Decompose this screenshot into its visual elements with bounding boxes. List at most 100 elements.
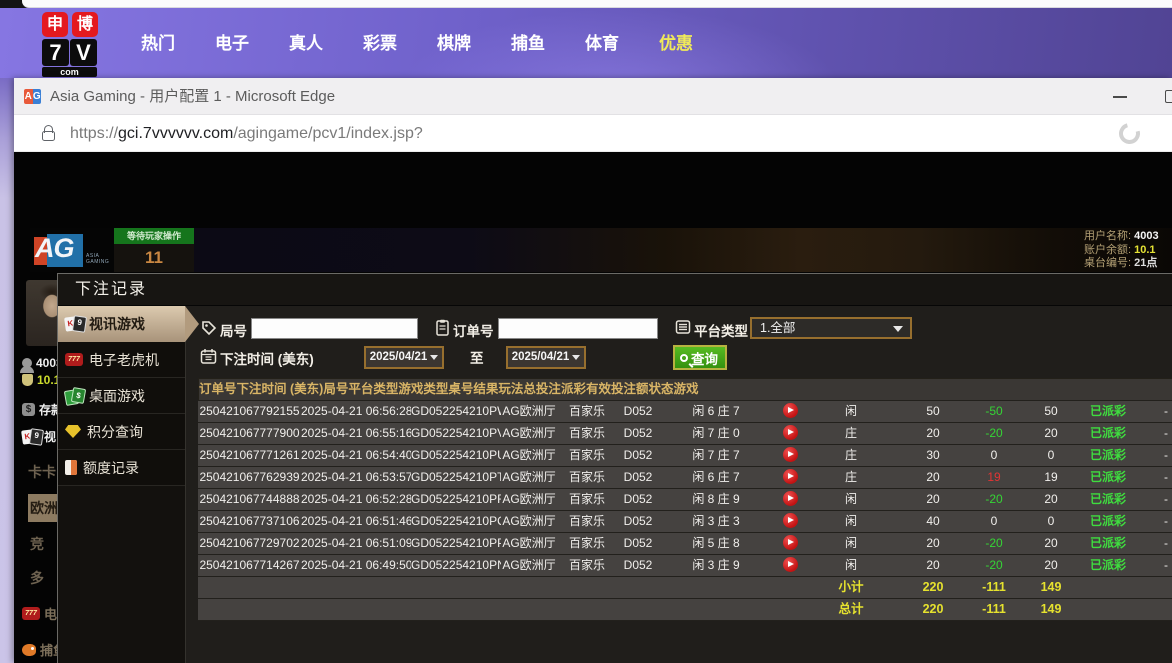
play-icon — [788, 561, 794, 567]
cell-replay — [773, 445, 807, 466]
cell-game-type: 百家乐 — [557, 489, 617, 510]
slot-777-icon: 777 — [65, 353, 83, 366]
play-video-button[interactable] — [783, 469, 798, 484]
cell-game: - — [1131, 423, 1172, 444]
play-video-button[interactable] — [783, 403, 798, 418]
site-nav-bar: 热门 电子 真人 彩票 棋牌 捕鱼 体育 优惠 — [0, 8, 1172, 78]
cell-total-bet: 40 — [895, 511, 971, 532]
column-header: 总投注 — [523, 379, 561, 400]
betting-records-modal: 下注记录 视讯游戏 777 电子老虎机 桌面游戏 — [57, 273, 1172, 663]
lobby-tab-jing[interactable]: 竞 — [30, 534, 44, 554]
sidebar-item-points-query[interactable]: 积分查询 — [58, 414, 185, 450]
sidebar-item-table-games[interactable]: 桌面游戏 — [58, 378, 185, 414]
sidebar-item-slots[interactable]: 777 电子老虎机 — [58, 342, 185, 378]
cell-platform: AG欧洲厅 — [501, 401, 557, 422]
table-row: 250421067737106 2025-04-21 06:51:46 GD05… — [198, 510, 1172, 532]
table-row: 250421067744888 2025-04-21 06:52:28 GD05… — [198, 488, 1172, 510]
cell-play-method: 闲 — [807, 511, 895, 532]
video-menu-item[interactable]: 视 — [22, 428, 56, 445]
cell-game: - — [1131, 511, 1172, 532]
lock-icon[interactable] — [42, 131, 55, 141]
cell-bet-time: 2025-04-21 06:53:57 — [301, 467, 411, 488]
clipboard-icon — [435, 319, 451, 335]
account-name-value: 4003 — [1134, 230, 1158, 242]
cell-status: 已派彩 — [1085, 423, 1131, 444]
nav-item[interactable]: 电子 — [195, 31, 269, 57]
countdown-value: 11 — [114, 244, 194, 272]
cell-round-no: GD052254210PV — [411, 423, 501, 444]
cell-result: 闲 3 庄 3 — [659, 511, 773, 532]
account-table-row: 桌台编号: 21点 — [1084, 257, 1172, 271]
cell-play-method: 庄 — [807, 467, 895, 488]
cell-replay — [773, 467, 807, 488]
nav-item[interactable]: 彩票 — [343, 31, 417, 57]
chevron-down-icon — [430, 355, 438, 360]
site-logo-badges: 申 博 — [42, 12, 98, 37]
play-video-button[interactable] — [783, 513, 798, 528]
table-body: 250421067792155 2025-04-21 06:56:28 GD05… — [198, 400, 1172, 576]
date-to-select[interactable]: 2025/04/21 — [506, 346, 586, 369]
site-logo[interactable]: 申 博 7 V com — [42, 12, 98, 77]
grand-total-row: 总计 220 -111 149 — [198, 598, 1172, 620]
lobby-tab-kaka[interactable]: 卡卡 — [28, 462, 56, 482]
lobby-tab-label: 竞 — [30, 534, 44, 554]
cell-game-type: 百家乐 — [557, 511, 617, 532]
play-video-button[interactable] — [783, 535, 798, 550]
round-no-input[interactable] — [251, 318, 418, 339]
platform-type-value: 1.全部 — [760, 321, 795, 335]
cell-valid-bet: 19 — [1017, 467, 1085, 488]
account-balance-label: 账户余额: — [1084, 244, 1131, 256]
date-from-select[interactable]: 2025/04/21 — [364, 346, 444, 369]
edge-favicon-icon: A G — [24, 88, 41, 105]
favicon-g: G — [33, 89, 42, 104]
nav-item[interactable]: 热门 — [121, 31, 195, 57]
url-text[interactable]: https://gci.7vvvvvv.com/agingame/pcv1/in… — [70, 115, 423, 152]
cell-valid-bet: 20 — [1017, 423, 1085, 444]
fish-icon — [22, 644, 36, 656]
subtotal-row: 小计 220 -111 149 — [198, 576, 1172, 598]
table-row: 250421067729702 2025-04-21 06:51:09 GD05… — [198, 532, 1172, 554]
cell-play-method: 闲 — [807, 533, 895, 554]
cell-status: 已派彩 — [1085, 401, 1131, 422]
search-button[interactable]: 查询 — [673, 345, 727, 370]
nav-item[interactable]: 优惠 — [639, 31, 713, 57]
column-header: 玩法 — [498, 379, 523, 400]
live-video-feed — [194, 228, 1172, 272]
cell-round-no: GD052254210PP — [411, 533, 501, 554]
nav-item[interactable]: 捕鱼 — [491, 31, 565, 57]
cell-result: 闲 6 庄 7 — [659, 467, 773, 488]
edge-titlebar[interactable]: A G Asia Gaming - 用户配置 1 - Microsoft Edg… — [14, 78, 1172, 115]
logo-7: 7 — [42, 39, 69, 66]
sidebar-item-video-games[interactable]: 视讯游戏 — [58, 306, 185, 342]
cell-total-bet: 20 — [895, 533, 971, 554]
cell-valid-bet: 0 — [1017, 511, 1085, 532]
nav-item[interactable]: 棋牌 — [417, 31, 491, 57]
nav-item[interactable]: 真人 — [269, 31, 343, 57]
play-video-button[interactable] — [783, 491, 798, 506]
play-video-button[interactable] — [783, 425, 798, 440]
cell-order-no: 250421067714267 — [198, 555, 301, 576]
cell-game: - — [1131, 467, 1172, 488]
cell-play-method: 庄 — [807, 445, 895, 466]
sidebar-item-credit-records[interactable]: 额度记录 — [58, 450, 185, 486]
edge-urlbar[interactable]: https://gci.7vvvvvv.com/agingame/pcv1/in… — [14, 115, 1172, 152]
minimize-button[interactable] — [1098, 78, 1142, 115]
maximize-button[interactable] — [1165, 90, 1172, 103]
page-loading-spinner-icon[interactable] — [1115, 119, 1144, 148]
play-video-button[interactable] — [783, 557, 798, 572]
play-video-button[interactable] — [783, 447, 798, 462]
tag-icon — [201, 320, 217, 336]
sidebar-item-label: 桌面游戏 — [89, 386, 145, 406]
waiting-banner: 等待玩家操作 — [114, 228, 194, 244]
subtotal-total-bet: 220 — [895, 577, 971, 598]
slot-777-icon: 777 — [22, 607, 40, 620]
nav-item[interactable]: 体育 — [565, 31, 639, 57]
play-icon — [788, 495, 794, 501]
sidebar-item-label: 额度记录 — [83, 458, 139, 478]
cell-replay — [773, 489, 807, 510]
platform-type-select[interactable]: 1.全部 — [750, 317, 912, 339]
cell-bet-time: 2025-04-21 06:55:16 — [301, 423, 411, 444]
cell-total-bet: 20 — [895, 555, 971, 576]
order-no-input[interactable] — [498, 318, 658, 339]
lobby-tab-duo[interactable]: 多 — [30, 568, 44, 588]
